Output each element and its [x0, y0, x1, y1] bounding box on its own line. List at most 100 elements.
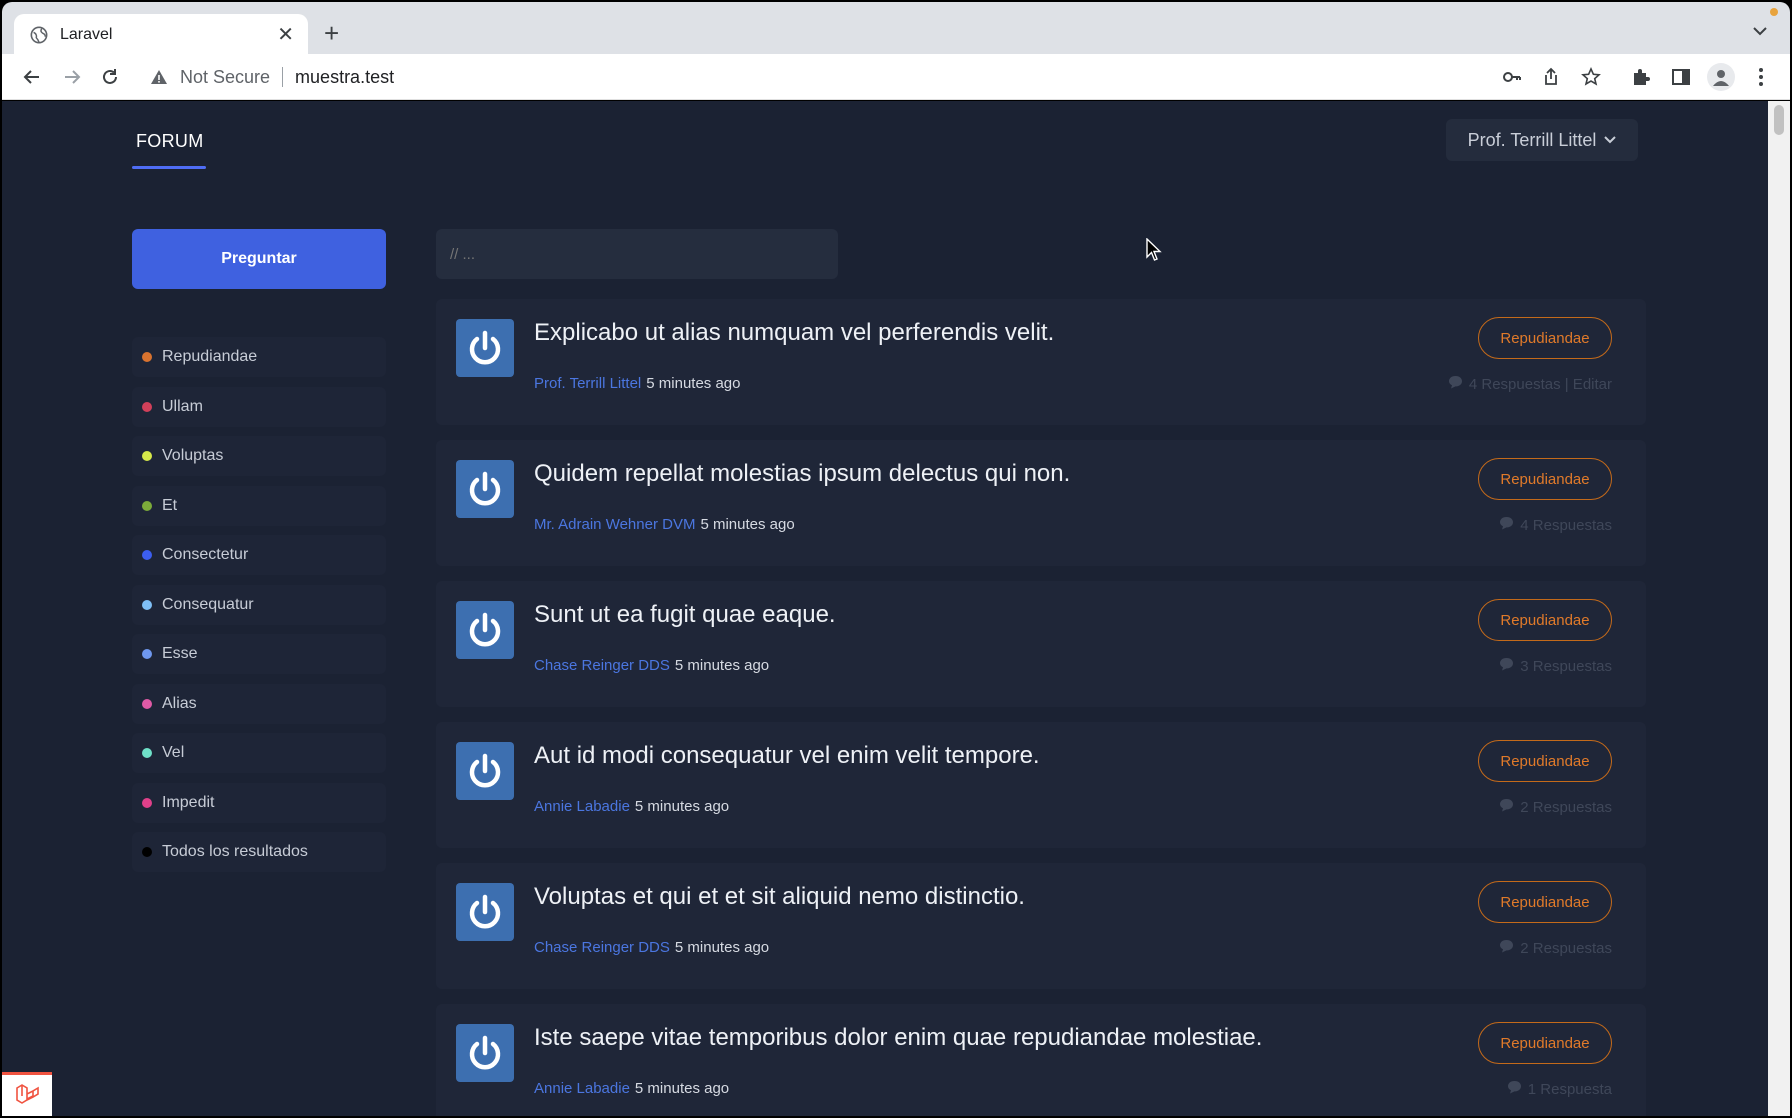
- category-item[interactable]: Et: [132, 485, 386, 526]
- nav-forum-link[interactable]: FORUM: [136, 131, 204, 152]
- category-item[interactable]: Esse: [132, 634, 386, 674]
- forum-page: FORUM Prof. Terrill Littel Preguntar Rep…: [2, 101, 1768, 1116]
- category-label: Voluptas: [162, 447, 224, 464]
- replies-text: 4 Respuestas: [1520, 516, 1612, 534]
- thread-title[interactable]: Quidem repellat molestias ipsum delectus…: [534, 460, 1070, 488]
- url-text[interactable]: muestra.test: [295, 67, 394, 88]
- thread-author[interactable]: Prof. Terrill Littel: [534, 375, 641, 392]
- replies-text: 3 Respuestas: [1520, 657, 1612, 675]
- power-icon[interactable]: [456, 1024, 514, 1082]
- category-item[interactable]: Impedit: [132, 782, 386, 823]
- side-panel-icon[interactable]: [1669, 65, 1693, 89]
- page-scrollbar[interactable]: [1768, 101, 1790, 1116]
- laravel-debugbar-icon[interactable]: [2, 1072, 52, 1116]
- category-color-dot: [142, 748, 152, 758]
- thread-card[interactable]: Aut id modi consequatur vel enim velit t…: [436, 722, 1646, 848]
- comment-bubble-icon: [1499, 798, 1514, 816]
- thread-author[interactable]: Chase Reinger DDS: [534, 939, 670, 956]
- close-tab-icon[interactable]: ✕: [277, 25, 294, 45]
- thread-author[interactable]: Mr. Adrain Wehner DVM: [534, 516, 695, 533]
- thread-replies[interactable]: 1 Respuesta: [1507, 1080, 1612, 1098]
- category-item[interactable]: Consectetur: [132, 535, 386, 575]
- reload-icon[interactable]: [98, 65, 122, 89]
- comment-bubble-icon: [1448, 375, 1463, 393]
- share-icon[interactable]: [1539, 65, 1563, 89]
- category-badge[interactable]: Repudiandae: [1478, 458, 1612, 500]
- power-icon[interactable]: [456, 883, 514, 941]
- category-label: Consectetur: [162, 546, 249, 563]
- address-bar[interactable]: Not Secure muestra.test: [140, 60, 1500, 94]
- thread-replies[interactable]: 2 Respuestas: [1499, 798, 1612, 816]
- thread-time: 5 minutes ago: [674, 657, 770, 674]
- replies-text: 2 Respuestas: [1520, 939, 1612, 957]
- thread-replies[interactable]: 4 Respuestas: [1499, 516, 1612, 534]
- category-item[interactable]: Alias: [132, 683, 386, 724]
- thread-title[interactable]: Iste saepe vitae temporibus dolor enim q…: [534, 1024, 1262, 1052]
- power-icon[interactable]: [456, 742, 514, 800]
- comment-bubble-icon: [1499, 939, 1514, 957]
- star-icon[interactable]: [1579, 65, 1603, 89]
- back-icon[interactable]: [20, 65, 44, 89]
- browser-tab-strip: Laravel ✕ +: [2, 2, 1790, 56]
- security-label[interactable]: Not Secure: [180, 67, 270, 88]
- category-badge[interactable]: Repudiandae: [1478, 317, 1612, 359]
- category-badge[interactable]: Repudiandae: [1478, 1022, 1612, 1064]
- search-input[interactable]: [436, 229, 838, 279]
- thread-replies[interactable]: 2 Respuestas: [1499, 939, 1612, 957]
- thread-title[interactable]: Voluptas et qui et et sit aliquid nemo d…: [534, 883, 1025, 911]
- thread-meta: Prof. Terrill Littel 5 minutes ago: [534, 375, 741, 392]
- replies-text: 1 Respuesta: [1527, 1080, 1612, 1098]
- thread-card[interactable]: Explicabo ut alias numquam vel perferend…: [436, 299, 1646, 425]
- category-label: Ullam: [162, 397, 203, 415]
- scrollbar-thumb[interactable]: [1774, 105, 1784, 135]
- thread-card[interactable]: Quidem repellat molestias ipsum delectus…: [436, 440, 1646, 566]
- category-label: Repudiandae: [162, 348, 258, 365]
- ask-question-button[interactable]: Preguntar: [132, 229, 386, 289]
- thread-author[interactable]: Chase Reinger DDS: [534, 657, 670, 674]
- category-item[interactable]: Consequatur: [132, 584, 386, 625]
- profile-icon[interactable]: [1707, 63, 1735, 91]
- new-tab-icon[interactable]: +: [324, 20, 339, 46]
- category-item[interactable]: Vel: [132, 733, 386, 773]
- thread-meta: Annie Labadie 5 minutes ago: [534, 798, 729, 815]
- category-badge[interactable]: Repudiandae: [1478, 881, 1612, 923]
- category-color-dot: [142, 599, 152, 610]
- thread-title[interactable]: Aut id modi consequatur vel enim velit t…: [534, 742, 1040, 770]
- category-item[interactable]: Todos los resultados: [132, 832, 386, 872]
- extensions-icon[interactable]: [1629, 65, 1653, 89]
- thread-card[interactable]: Voluptas et qui et et sit aliquid nemo d…: [436, 863, 1646, 989]
- comment-bubble-icon: [1499, 657, 1514, 675]
- thread-title[interactable]: Explicabo ut alias numquam vel perferend…: [534, 319, 1054, 347]
- category-label: Esse: [162, 645, 198, 662]
- category-badge[interactable]: Repudiandae: [1478, 599, 1612, 641]
- key-icon[interactable]: [1500, 65, 1524, 89]
- thread-meta: Chase Reinger DDS 5 minutes ago: [534, 939, 769, 956]
- thread-card[interactable]: Sunt ut ea fugit quae eaque. Chase Reinge…: [436, 581, 1646, 707]
- thread-card[interactable]: Iste saepe vitae temporibus dolor enim q…: [436, 1004, 1646, 1116]
- chevron-down-icon[interactable]: [1752, 26, 1768, 36]
- thread-replies[interactable]: 3 Respuestas: [1499, 657, 1612, 675]
- category-color-dot: [142, 500, 152, 511]
- category-item[interactable]: Voluptas: [132, 436, 386, 476]
- category-label: Impedit: [162, 793, 215, 811]
- category-item[interactable]: Repudiandae: [132, 337, 386, 377]
- category-item[interactable]: Ullam: [132, 386, 386, 427]
- power-icon[interactable]: [456, 601, 514, 659]
- thread-author[interactable]: Annie Labadie: [534, 798, 630, 815]
- user-menu-dropdown[interactable]: Prof. Terrill Littel: [1446, 119, 1638, 161]
- category-label: Alias: [162, 694, 197, 712]
- category-badge[interactable]: Repudiandae: [1478, 740, 1612, 782]
- thread-replies[interactable]: 4 Respuestas | Editar: [1448, 375, 1612, 393]
- thread-author[interactable]: Annie Labadie: [534, 1080, 630, 1097]
- thread-title[interactable]: Sunt ut ea fugit quae eaque.: [534, 601, 836, 629]
- browser-tab[interactable]: Laravel ✕: [14, 14, 308, 56]
- category-color-dot: [142, 847, 152, 857]
- menu-kebab-icon[interactable]: [1749, 65, 1773, 89]
- power-icon[interactable]: [456, 319, 514, 377]
- thread-time: 5 minutes ago: [634, 798, 730, 815]
- forward-icon[interactable]: [60, 65, 84, 89]
- category-label: Vel: [162, 744, 185, 761]
- browser-toolbar: Not Secure muestra.test: [2, 54, 1790, 100]
- replies-text: 4 Respuestas | Editar: [1468, 375, 1612, 393]
- power-icon[interactable]: [456, 460, 514, 518]
